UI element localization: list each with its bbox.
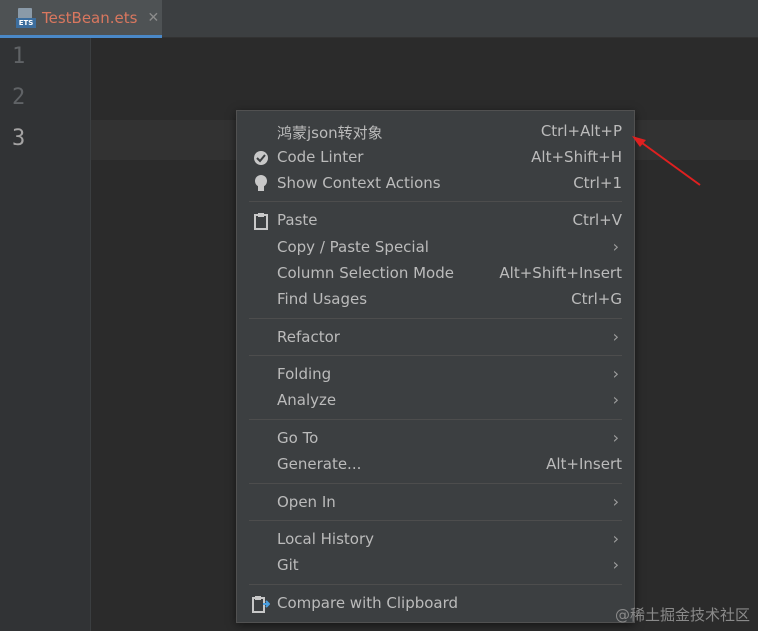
chevron-right-icon: ›: [612, 492, 619, 511]
menu-item-generate[interactable]: Generate... Alt+Insert: [237, 452, 634, 478]
watermark: @稀土掘金技术社区: [614, 606, 750, 624]
menu-item-label: Compare with Clipboard: [277, 594, 459, 612]
clipboard-icon: [251, 211, 271, 231]
menu-item-shortcut: Alt+Shift+H: [531, 148, 622, 166]
chevron-right-icon: ›: [612, 555, 619, 574]
menu-item-label: Open In: [277, 493, 336, 511]
menu-item-shortcut: Ctrl+G: [571, 290, 622, 308]
menu-item-label: 鸿蒙json转对象: [277, 124, 383, 142]
menu-item-go-to[interactable]: Go To ›: [237, 426, 634, 452]
menu-item-shortcut: Ctrl+Alt+P: [540, 122, 622, 140]
line-number: 2: [12, 85, 26, 110]
menu-item-compare-with-clipboard[interactable]: Compare with Clipboard: [237, 591, 634, 617]
menu-item-shortcut: Ctrl+1: [573, 174, 622, 192]
menu-item-local-history[interactable]: Local History ›: [237, 527, 634, 553]
menu-item-label: Paste: [277, 211, 318, 229]
annotation-arrow-icon: [632, 136, 701, 186]
line-number-current: 3: [12, 126, 26, 151]
menu-item-harmony-json-to-object[interactable]: 鸿蒙json转对象 Ctrl+Alt+P: [237, 119, 634, 145]
compare-clipboard-icon: [251, 594, 271, 614]
menu-item-show-context-actions[interactable]: Show Context Actions Ctrl+1: [237, 171, 634, 197]
menu-item-analyze[interactable]: Analyze ›: [237, 388, 634, 414]
lightbulb-icon: [251, 174, 271, 194]
line-number: 1: [12, 44, 26, 69]
chevron-right-icon: ›: [612, 390, 619, 409]
chevron-right-icon: ›: [612, 237, 619, 256]
menu-item-open-in[interactable]: Open In ›: [237, 490, 634, 516]
menu-separator: [249, 483, 622, 484]
tab-testbean-ets[interactable]: ETS TestBean.ets ✕: [0, 0, 162, 38]
chevron-right-icon: ›: [612, 327, 619, 346]
menu-item-label: Analyze: [277, 391, 337, 409]
menu-item-folding[interactable]: Folding ›: [237, 362, 634, 388]
code-linter-icon: [251, 148, 271, 168]
menu-item-column-selection-mode[interactable]: Column Selection Mode Alt+Shift+Insert: [237, 261, 634, 287]
menu-item-label: Find Usages: [277, 290, 368, 308]
chevron-right-icon: ›: [612, 529, 619, 548]
menu-item-label: Copy / Paste Special: [277, 238, 429, 256]
menu-item-label: Go To: [277, 429, 319, 447]
menu-item-git[interactable]: Git ›: [237, 553, 634, 579]
menu-item-paste[interactable]: Paste Ctrl+V: [237, 208, 634, 234]
menu-item-label: Refactor: [277, 328, 340, 346]
menu-item-label: Local History: [277, 530, 375, 548]
close-icon[interactable]: ✕: [147, 10, 159, 26]
menu-item-refactor[interactable]: Refactor ›: [237, 325, 634, 351]
menu-item-label: Git: [277, 556, 299, 574]
editor-context-menu: 鸿蒙json转对象 Ctrl+Alt+P Code Linter Alt+Shi…: [236, 110, 635, 623]
ets-file-icon: ETS: [16, 7, 36, 28]
menu-separator: [249, 419, 622, 420]
menu-item-find-usages[interactable]: Find Usages Ctrl+G: [237, 287, 634, 313]
menu-separator: [249, 201, 622, 202]
tab-title: TestBean.ets: [42, 8, 138, 27]
menu-item-label: Show Context Actions: [277, 174, 441, 192]
menu-item-shortcut: Alt+Shift+Insert: [499, 264, 622, 282]
menu-item-label: Code Linter: [277, 148, 364, 166]
menu-item-shortcut: Alt+Insert: [546, 455, 622, 473]
menu-separator: [249, 318, 622, 319]
menu-separator: [249, 520, 622, 521]
menu-item-label: Generate...: [277, 455, 362, 473]
editor-tab-bar: ETS TestBean.ets ✕: [0, 0, 758, 38]
menu-item-copy-paste-special[interactable]: Copy / Paste Special ›: [237, 235, 634, 261]
line-number-gutter: 1 2 3: [0, 38, 91, 631]
menu-separator: [249, 355, 622, 356]
menu-item-shortcut: Ctrl+V: [572, 211, 622, 229]
chevron-right-icon: ›: [612, 428, 619, 447]
menu-item-label: Folding: [277, 365, 332, 383]
menu-separator: [249, 584, 622, 585]
menu-item-label: Column Selection Mode: [277, 264, 454, 282]
chevron-right-icon: ›: [612, 364, 619, 383]
menu-item-code-linter[interactable]: Code Linter Alt+Shift+H: [237, 145, 634, 171]
